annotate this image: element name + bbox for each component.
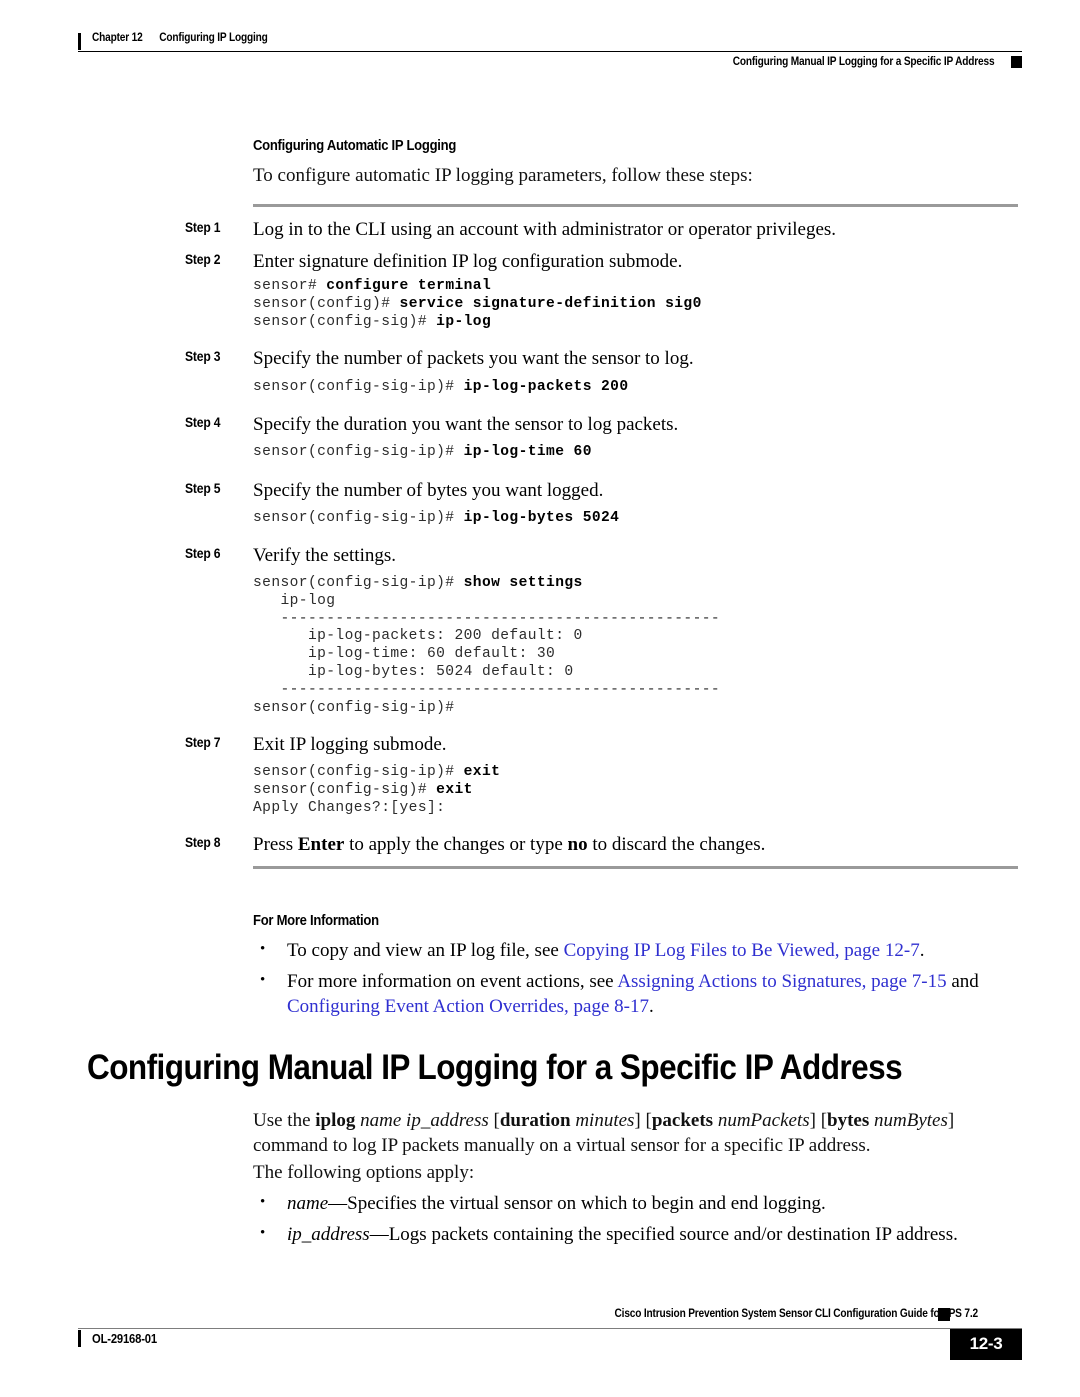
option-bullet-2: ip_address—Logs packets containing the s… <box>287 1222 1033 1247</box>
code-output-line: Apply Changes?:[yes]: <box>253 799 446 816</box>
code-prompt: sensor# <box>253 278 327 294</box>
step-3-text: Specify the number of packets you want t… <box>253 348 694 369</box>
code-output-line: ----------------------------------------… <box>253 681 721 698</box>
header-chapter-number: Chapter 12 <box>92 32 143 44</box>
option-term: name <box>287 1193 329 1214</box>
code-command: ip-log-bytes 5024 <box>463 510 620 526</box>
header-square-marker <box>1011 56 1022 68</box>
footer-page-number: 12-3 <box>969 1334 1003 1353</box>
step-1-text: Log in to the CLI using an account with … <box>253 219 837 240</box>
footer-square-marker <box>938 1308 950 1321</box>
syntax-line-2: to log IP packets manually on a virtual … <box>332 1135 871 1156</box>
code-prompt: sensor(config-sig-ip)# <box>253 575 464 591</box>
bullet-text: For more information on event actions, s… <box>287 971 618 992</box>
bullet-text-mid: and <box>946 971 979 992</box>
step-6-show-settings-block: sensor(config-sig-ip)# show settings ip-… <box>253 575 720 717</box>
step-1-label: Step 1 <box>185 220 221 235</box>
code-output-line: ----------------------------------------… <box>253 610 721 627</box>
step-2-label: Step 2 <box>185 252 221 267</box>
code-prompt: sensor(config)# <box>253 295 400 312</box>
code-command: ip-log <box>436 313 492 330</box>
code-output-line: ip-log <box>253 592 336 609</box>
step-4-text: Specify the duration you want the sensor… <box>253 414 679 435</box>
page-header: Chapter 12 Configuring IP Logging Config… <box>78 30 1022 78</box>
fmi-bullet-1: To copy and view an IP log file, see Cop… <box>287 938 1033 963</box>
step-4-label: Step 4 <box>185 415 221 430</box>
footer-guide-title: Cisco Intrusion Prevention System Sensor… <box>614 1308 979 1320</box>
step-3-code-block: sensor(config-sig-ip)# ip-log-packets 20… <box>253 379 628 397</box>
for-more-information-heading: For More Information <box>253 913 379 929</box>
footer-tick-mark <box>78 1330 81 1347</box>
code-output-line: ip-log-bytes: 5024 default: 0 <box>253 663 574 680</box>
procedure-rule-top <box>253 204 1018 207</box>
procedure-rule-bottom <box>253 866 1018 869</box>
code-prompt: sensor(config-sig)# <box>253 781 437 798</box>
step-5-code-block: sensor(config-sig-ip)# ip-log-bytes 5024 <box>253 510 619 528</box>
code-prompt: sensor(config-sig-ip)# <box>253 379 464 395</box>
step-5-text: Specify the number of bytes you want log… <box>253 480 604 501</box>
bullet-text-end: . <box>919 940 925 961</box>
page-title: Configuring Manual IP Logging for a Spec… <box>87 1048 903 1087</box>
code-command: exit <box>436 781 473 798</box>
code-output-line: ip-log-packets: 200 default: 0 <box>253 628 583 645</box>
code-output-line: ip-log-time: 60 default: 30 <box>253 646 556 663</box>
xref-link[interactable]: Configuring Event Action Overrides, page… <box>287 996 649 1017</box>
options-intro: The following options apply: <box>253 1162 475 1183</box>
code-prompt: sensor(config-sig-ip)# <box>253 764 464 780</box>
code-output-line: sensor(config-sig-ip)# <box>253 699 455 716</box>
code-command: service signature-definition sig0 <box>399 295 702 312</box>
list-item: • To copy and view an IP log file, see C… <box>253 938 1033 963</box>
step-7-text: Exit IP logging submode. <box>253 734 447 755</box>
step-8-label: Step 8 <box>185 835 221 850</box>
xref-link[interactable]: Copying IP Log Files to Be Viewed, page … <box>564 940 920 961</box>
code-command: ip-log-time 60 <box>463 444 592 460</box>
fmi-bullet-2: For more information on event actions, s… <box>287 969 1033 1019</box>
option-desc: —Specifies the virtual sensor on which t… <box>328 1193 826 1214</box>
bullet-dot-icon: • <box>260 941 266 957</box>
step-6-text: Verify the settings. <box>253 545 397 566</box>
list-item: • For more information on event actions,… <box>253 969 1033 1019</box>
footer-rule <box>78 1328 1022 1329</box>
step-4-code-block: sensor(config-sig-ip)# ip-log-time 60 <box>253 444 592 462</box>
header-tick-mark <box>78 33 81 50</box>
step-3-label: Step 3 <box>185 349 221 364</box>
list-item: • name—Specifies the virtual sensor on w… <box>253 1191 1033 1216</box>
code-command: exit <box>463 764 501 780</box>
page-footer: Cisco Intrusion Prevention System Sensor… <box>78 1308 1022 1378</box>
footer-document-id: OL-29168-01 <box>92 1332 157 1346</box>
step-7-label: Step 7 <box>185 735 221 750</box>
header-section-title: Configuring Manual IP Logging for a Spec… <box>732 56 994 68</box>
code-command: configure terminal <box>326 278 492 294</box>
step-5-label: Step 5 <box>185 481 221 496</box>
code-command: show settings <box>463 575 583 591</box>
code-prompt: sensor(config-sig)# <box>253 313 437 330</box>
step-2-text: Enter signature definition IP log config… <box>253 251 683 272</box>
step-2-code-block: sensor# configure terminal sensor(config… <box>253 278 702 331</box>
header-chapter-title: Configuring IP Logging <box>159 32 268 44</box>
option-bullet-1: name—Specifies the virtual sensor on whi… <box>287 1191 1033 1216</box>
syntax-paragraph: Use the iplog name ip_address [duration … <box>253 1108 1028 1158</box>
bullet-text-end: . <box>648 996 654 1017</box>
bullet-dot-icon: • <box>260 972 266 988</box>
header-rule <box>78 51 1022 52</box>
option-term: ip_address <box>287 1224 370 1245</box>
code-prompt: sensor(config-sig-ip)# <box>253 444 464 460</box>
header-chapter-label: Chapter 12 Configuring IP Logging <box>92 32 268 44</box>
subsection-intro: To configure automatic IP logging parame… <box>253 165 753 186</box>
xref-link[interactable]: Assigning Actions to Signatures, page 7-… <box>617 971 946 992</box>
list-item: • ip_address—Logs packets containing the… <box>253 1222 1033 1247</box>
code-prompt: sensor(config-sig-ip)# <box>253 510 464 526</box>
bullet-text: To copy and view an IP log file, see <box>287 940 564 961</box>
step-8-text: Press Enter to apply the changes or type… <box>253 834 766 855</box>
subsection-heading: Configuring Automatic IP Logging <box>253 138 457 154</box>
step-7-code-block: sensor(config-sig-ip)# exit sensor(confi… <box>253 764 500 817</box>
option-desc: —Logs packets containing the specified s… <box>369 1224 958 1245</box>
code-command: ip-log-packets 200 <box>463 379 629 395</box>
bullet-dot-icon: • <box>260 1194 266 1210</box>
bullet-dot-icon: • <box>260 1225 266 1241</box>
step-6-label: Step 6 <box>185 546 221 561</box>
